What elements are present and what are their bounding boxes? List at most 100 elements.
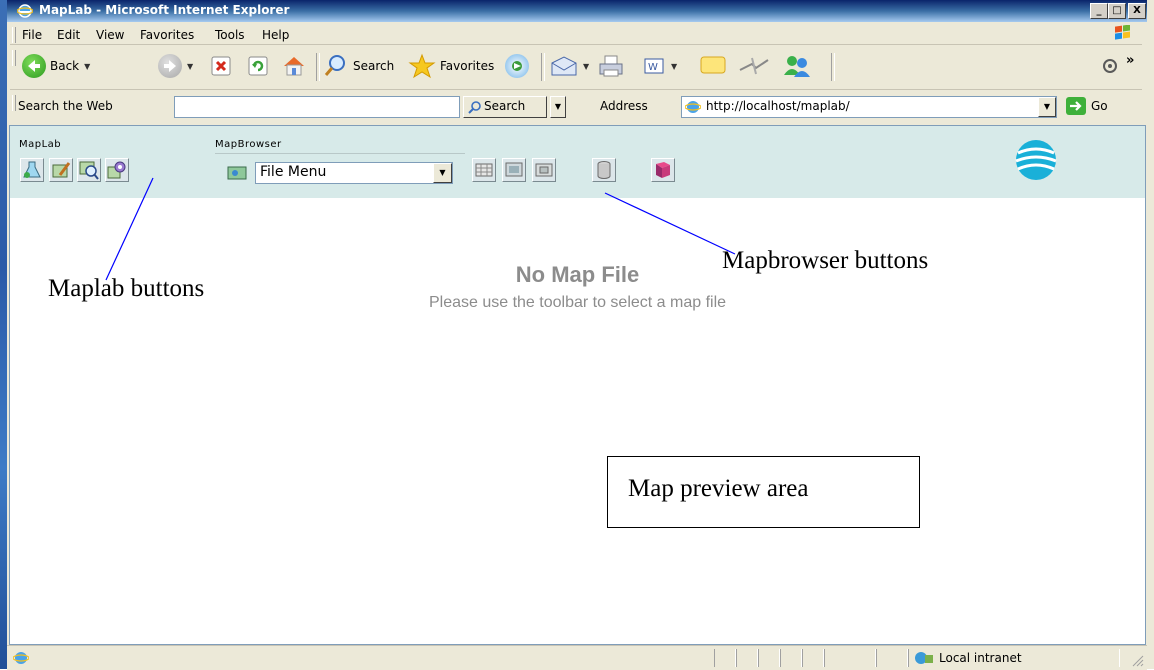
title-bar[interactable]: MapLab - Microsoft Internet Explorer _ □… [7,0,1147,22]
discuss-button[interactable] [698,53,728,79]
mapbrowser-file-icon-wrap [226,164,248,182]
menu-help[interactable]: Help [262,28,289,42]
research-icon [739,57,769,75]
mapbrowser-preview-button[interactable] [502,158,526,182]
refresh-icon [248,56,268,76]
go-button[interactable]: Go [1065,96,1135,118]
ie-logo-icon [17,4,33,18]
mapbrowser-help-button[interactable] [651,158,675,182]
status-cell [802,649,824,667]
toolbar-separator [316,53,320,81]
page-content: MapLab MapBrowser File Menu ▼ No Map Fil… [9,125,1146,645]
map-edit-icon [52,162,71,178]
menu-view[interactable]: View [96,28,124,42]
mapbrowser-database-button[interactable] [592,158,616,182]
address-dropdown[interactable]: ▼ [1038,97,1056,117]
desktop-edge [0,0,7,669]
search-address-bar: Search the Web Search ▼ Address http://l… [10,92,1142,120]
maplab-browse-map-button[interactable] [77,158,101,182]
search-web-input[interactable] [174,96,460,118]
menu-edit[interactable]: Edit [57,28,80,42]
maplab-section-label: MapLab [19,139,62,150]
address-value: http://localhost/maplab/ [706,99,850,113]
edit-icon: W [644,58,664,74]
browser-window: MapLab - Microsoft Internet Explorer _ □… [7,0,1154,670]
toolbar-separator [541,53,545,81]
edit-dropdown-icon[interactable]: ▼ [671,62,677,71]
back-button[interactable]: Back ▼ [22,53,90,79]
toolbar-chevron[interactable]: » [1126,53,1134,68]
status-zone: Local intranet [908,649,1120,667]
maplab-edit-map-button[interactable] [49,158,73,182]
research-button[interactable] [738,53,770,79]
print-button[interactable] [597,53,625,79]
menu-bar: File Edit View Favorites Tools Help [10,24,1142,45]
menu-grip[interactable] [12,27,16,43]
mapbrowser-view-button[interactable] [532,158,556,182]
close-button[interactable]: X [1128,3,1146,19]
search-magnifier-icon [324,55,345,76]
standard-toolbar: Back ▼ ▼ Search Favorites ▼ W ▼ » [10,47,1142,90]
ie-page-icon [685,101,701,113]
toolbar-grip[interactable] [12,50,16,66]
gear-icon [1103,59,1117,73]
address-input[interactable]: http://localhost/maplab/ ▼ [681,96,1057,118]
messenger-button[interactable] [780,53,812,79]
stop-button[interactable] [210,53,232,79]
file-menu-select[interactable]: File Menu ▼ [255,162,453,184]
mapbrowser-buttons-annotation: Mapbrowser buttons [722,247,929,274]
mapbrowser-layers-button[interactable] [472,158,496,182]
maximize-button[interactable]: □ [1108,3,1126,19]
window-title: MapLab - Microsoft Internet Explorer [39,3,290,17]
search-options-dropdown[interactable]: ▼ [550,96,566,118]
search-button[interactable]: Search [323,53,394,79]
mail-icon [551,56,577,76]
menu-file[interactable]: File [22,28,42,42]
home-button[interactable] [281,53,307,79]
back-arrow-icon [22,54,46,78]
address-label: Address [600,99,648,113]
map-preview-icon [505,162,523,177]
flask-icon [23,161,41,178]
refresh-button[interactable] [247,53,269,79]
print-icon [599,55,623,77]
favorites-star-icon [408,53,436,79]
status-cell [824,649,876,667]
maplab-new-map-button[interactable] [20,158,44,182]
favorites-label: Favorites [440,59,495,73]
minimize-button[interactable]: _ [1090,3,1108,19]
layers-icon [475,163,493,177]
discuss-icon [700,56,726,74]
menu-favorites[interactable]: Favorites [140,28,194,42]
map-search-icon [79,161,99,180]
svg-text:W: W [648,62,658,73]
status-cell [736,649,758,667]
search-web-button[interactable]: Search [463,96,547,118]
page-status-icon [13,652,29,664]
edit-button[interactable]: W ▼ [642,53,677,79]
map-file-icon [227,166,247,180]
home-icon [284,57,304,76]
maplab-settings-button[interactable] [105,158,129,182]
maplab-toolbar: MapLab MapBrowser File Menu ▼ [10,126,1145,198]
mail-dropdown-icon[interactable]: ▼ [583,62,589,71]
local-intranet-icon [915,652,933,664]
forward-button[interactable]: ▼ [158,53,193,79]
mail-button[interactable]: ▼ [550,53,589,79]
globe-logo-icon [1015,140,1057,180]
searchbar-grip[interactable] [12,95,16,111]
status-cell [876,649,908,667]
book-icon [656,162,670,178]
file-menu-dropdown-icon[interactable]: ▼ [433,163,452,183]
forward-dropdown-icon[interactable]: ▼ [187,62,193,71]
menu-tools[interactable]: Tools [215,28,245,42]
status-cell [758,649,780,667]
stop-icon [211,56,231,76]
status-cell [780,649,802,667]
favorites-button[interactable]: Favorites [408,53,494,79]
back-dropdown-icon[interactable]: ▼ [84,62,90,71]
media-button[interactable] [505,53,529,79]
resize-grip-icon[interactable] [1132,655,1144,667]
gear-map-icon [107,161,126,179]
extra-button[interactable] [1100,53,1120,79]
